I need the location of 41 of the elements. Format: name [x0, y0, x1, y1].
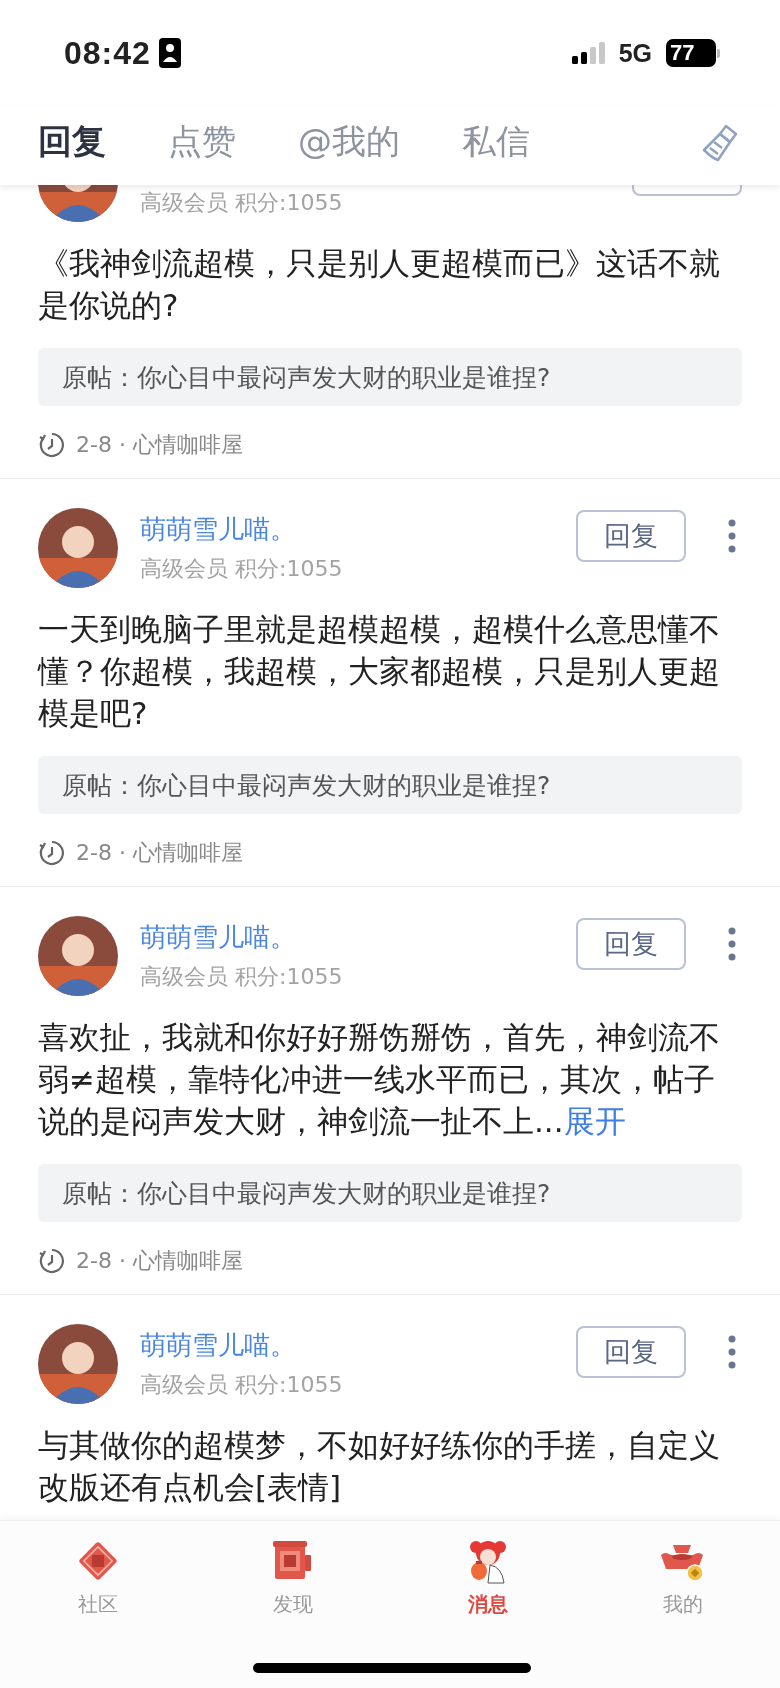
post-info: 2-8 · 心情咖啡屋 [76, 431, 243, 459]
more-icon [728, 927, 736, 961]
nav-tab[interactable]: 消息 [390, 1537, 585, 1618]
user-name[interactable]: 萌萌雪儿喵。 [140, 1328, 576, 1362]
post-info: 2-8 · 心情咖啡屋 [76, 1247, 243, 1275]
original-post[interactable]: 原帖：你心目中最闷声发大财的职业是谁捏? [38, 756, 742, 814]
member-info: 高级会员 积分:1055 [140, 189, 344, 217]
tab[interactable]: 点赞 [168, 118, 236, 165]
tab[interactable]: 私信 [462, 118, 530, 165]
nav-tab[interactable]: 社区 [0, 1537, 195, 1618]
reply-text: 喜欢扯，我就和你好好掰饬掰饬，首先，神剑流不弱≠超模，靠特化冲进一线水平而已，其次，帖子说的是闷声发大财，神剑流一扯不上...展开 [38, 1018, 721, 1141]
battery-level: 77 [666, 39, 716, 67]
reply-button[interactable]: 回复 [576, 918, 686, 970]
home-indicator[interactable] [253, 1663, 531, 1673]
person-card-icon [158, 38, 181, 68]
tab[interactable]: @我的 [298, 118, 400, 165]
original-post[interactable]: 原帖：你心目中最闷声发大财的职业是谁捏? [38, 1164, 742, 1222]
member-info: 高级会员 积分:1055 [140, 555, 344, 583]
reply-text: 一天到晚脑子里就是超模超模，超模什么意思懂不懂？你超模，我超模，大家都超模，只是别人更超模是吧? [38, 610, 721, 733]
original-post[interactable]: 原帖：你心目中最闷声发大财的职业是谁捏? [38, 348, 742, 406]
timer-icon [38, 1247, 66, 1275]
member-info: 高级会员 积分:1055 [140, 963, 344, 991]
user-name[interactable]: 萌萌雪儿喵。 [140, 920, 576, 954]
user-name[interactable]: 萌萌雪儿喵。 [140, 512, 576, 546]
network-label: 5G [618, 38, 652, 68]
nav-tab[interactable]: 发现 [195, 1537, 390, 1618]
member-info: 高级会员 积分:1055 [140, 1371, 344, 1399]
reply-button[interactable]: 回复 [576, 1326, 686, 1378]
signal-icon [571, 42, 605, 64]
timer-icon [38, 431, 66, 459]
nav-tab[interactable]: 我的 [585, 1537, 780, 1618]
reply-text: 《我神剑流超模，只是别人更超模而已》这话不就是你说的? [38, 244, 721, 325]
expand-link[interactable]: 展开 [563, 1103, 626, 1139]
more-icon [728, 1335, 736, 1369]
clock-time: 08:42 [64, 34, 151, 72]
more-icon [728, 519, 736, 553]
reply-button[interactable]: 回复 [576, 510, 686, 562]
post-info: 2-8 · 心情咖啡屋 [76, 839, 243, 867]
timer-icon [38, 839, 66, 867]
tab[interactable]: 回复 [38, 118, 106, 165]
reply-text: 与其做你的超模梦，不如好好练你的手搓，自定义改版还有点机会[表情] [38, 1426, 721, 1507]
